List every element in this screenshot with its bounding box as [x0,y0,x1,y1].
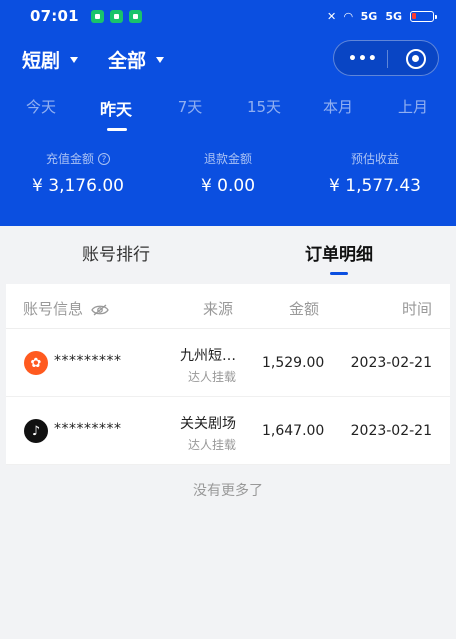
miniprogram-capsule: ••• [333,40,439,76]
table-row[interactable]: ♪ ********* 关关剧场 达人挂载 1,647.00 2023-02-2… [6,397,450,465]
kuaishou-icon: ✿ [24,351,48,375]
douyin-icon: ♪ [24,419,48,443]
stat-income-label: 预估收益 [350,152,399,166]
tab-today[interactable]: 今天 [26,96,56,117]
tab-account-ranking[interactable]: 账号排行 [82,240,150,265]
top-blue-panel: 07:01 ✕ ◠ 5G 5G 短剧 全部 ••• 今天 昨天 7天 15天 本… [0,0,456,226]
stat-recharge-value: ¥ 3,176.00 [32,176,124,196]
tab-this-month[interactable]: 本月 [323,96,353,117]
stat-recharge-label: 充值金额 [45,152,94,166]
stat-estimated-income: 预估收益 ¥ 1,577.43 [305,150,445,196]
wifi-icon: ◠ [344,9,353,23]
row-account: ********* [54,353,122,369]
capsule-divider [387,50,388,68]
no-more-text: 没有更多了 [193,483,263,499]
table-row[interactable]: ✿ ********* 九州短… 达人挂载 1,529.00 2023-02-2… [6,329,450,397]
caret-down-icon [70,56,79,63]
summary-stats: 充值金额 ? ¥ 3,176.00 退款金额 ¥ 0.00 预估收益 ¥ 1,5… [0,136,456,226]
more-icon[interactable]: ••• [348,51,378,67]
column-account: 账号信息 [23,298,109,319]
battery-icon [410,10,437,22]
time-range-tabs: 今天 昨天 7天 15天 本月 上月 [0,86,456,136]
category-dropdown[interactable]: 短剧 [22,46,79,73]
notification-app-icon [90,9,104,23]
row-date: 2023-02-21 [350,423,432,439]
tab-last-month[interactable]: 上月 [398,96,428,117]
active-tab-indicator [107,128,127,131]
mute-icon: ✕ [326,9,337,23]
stat-recharge: 充值金额 ? ¥ 3,176.00 [8,150,148,196]
header: 短剧 全部 ••• [0,32,456,86]
close-target-icon[interactable] [406,49,426,69]
system-status: ✕ ◠ 5G 5G [326,9,437,23]
filter-dropdown[interactable]: 全部 [108,46,165,73]
category-label: 短剧 [22,50,61,72]
row-source: 九州短… [180,348,236,364]
main-tabs: 账号排行 订单明细 [0,226,456,282]
notification-icons [90,9,142,23]
row-amount: 1,529.00 [262,355,325,371]
column-time: 时间 [401,300,432,318]
notification-app-icon [128,9,142,23]
column-source: 来源 [203,300,234,318]
help-icon[interactable]: ? [98,152,110,165]
table-header: 账号信息 来源 金额 时间 [6,284,450,329]
notification-app-icon [109,9,123,23]
row-amount: 1,647.00 [262,423,325,439]
signal-5g-icon: 5G [360,9,378,23]
empty-area [6,506,450,639]
row-source-type: 达人挂载 [187,438,236,452]
stat-refund-value: ¥ 0.00 [200,176,256,196]
signal-5g-icon-2: 5G [385,9,402,23]
caret-down-icon [156,56,165,63]
main-tab-indicator [330,272,348,275]
stat-income-value: ¥ 1,577.43 [329,176,421,196]
row-source: 关关剧场 [180,416,236,432]
order-table: 账号信息 来源 金额 时间 ✿ ********* 九州短… 达人挂载 1,52… [6,284,450,465]
eye-off-icon[interactable] [91,304,109,316]
status-bar: 07:01 ✕ ◠ 5G 5G [0,0,456,32]
row-date: 2023-02-21 [350,355,432,371]
status-time: 07:01 [30,7,79,25]
row-account: ********* [54,421,122,437]
stat-refund-label: 退款金额 [203,152,252,166]
column-amount: 金额 [289,300,320,318]
tab-7days[interactable]: 7天 [178,96,203,117]
tab-15days[interactable]: 15天 [247,96,281,117]
tab-order-details[interactable]: 订单明细 [305,240,373,265]
tab-yesterday[interactable]: 昨天 [100,96,132,120]
filter-label: 全部 [108,50,147,72]
stat-refund: 退款金额 ¥ 0.00 [158,150,298,196]
row-source-type: 达人挂载 [187,370,236,384]
